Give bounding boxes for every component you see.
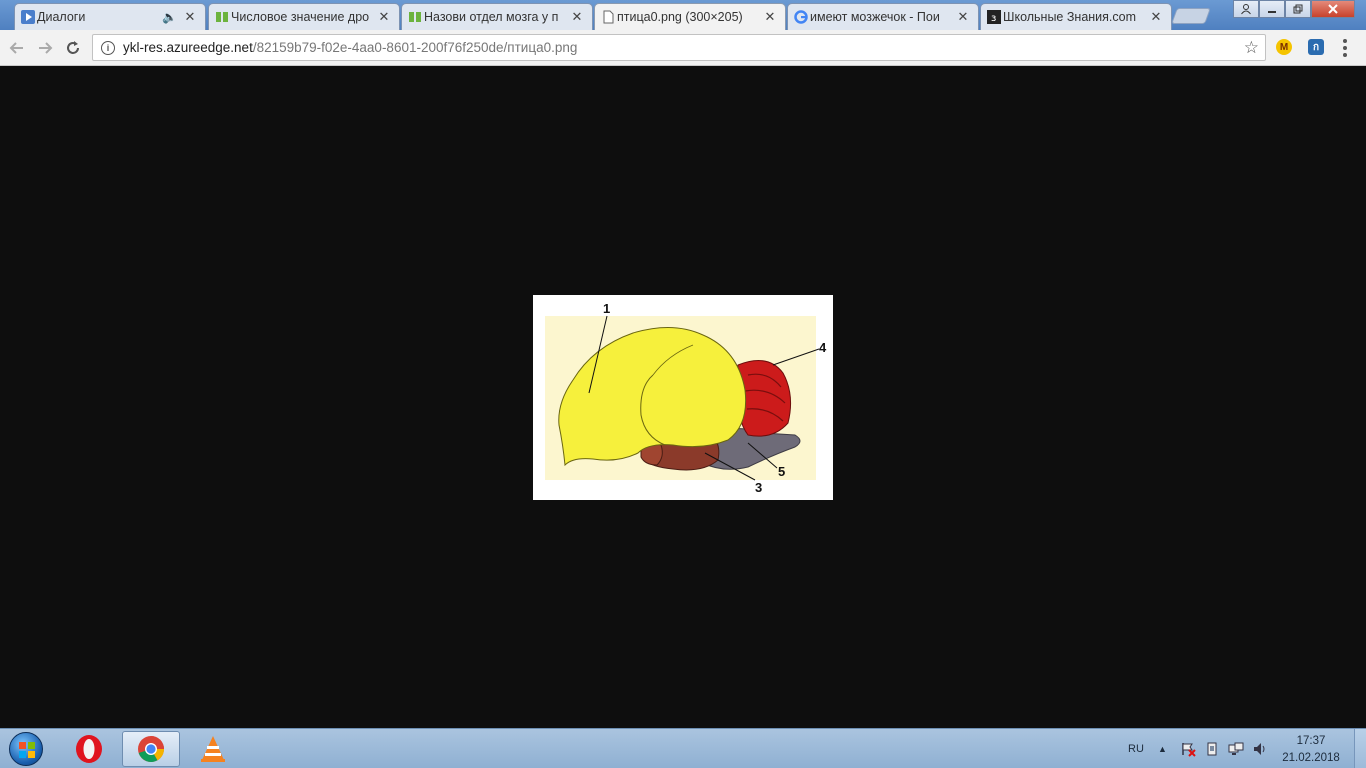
- close-window-button[interactable]: [1311, 0, 1355, 18]
- url-host: ykl-res.azureedge.net: [123, 40, 253, 55]
- tab-title: Школьные Знания.com: [1003, 10, 1137, 24]
- taskbar-chrome[interactable]: [122, 731, 180, 767]
- tab-dialogs[interactable]: Диалоги 🔈 ✕: [14, 3, 206, 30]
- tab-fraction-value[interactable]: Числовое значение дро ✕: [208, 3, 400, 30]
- arrow-left-icon: [9, 42, 23, 54]
- browser-toolbar: i ykl-res.azureedge.net/82159b79-f02e-4a…: [0, 30, 1366, 66]
- forward-button[interactable]: [34, 37, 56, 59]
- znanija-icon: з: [987, 10, 1001, 24]
- taskbar-opera[interactable]: [60, 731, 118, 767]
- clock-time: 17:37: [1296, 735, 1326, 747]
- language-indicator[interactable]: RU: [1128, 729, 1144, 768]
- tab-google-search[interactable]: имеют мозжечок - Пои ✕: [787, 3, 979, 30]
- tab-close-icon[interactable]: ✕: [763, 9, 777, 25]
- tab-close-icon[interactable]: ✕: [570, 9, 584, 25]
- label-1: 1: [603, 301, 610, 316]
- action-center-icon[interactable]: [1180, 729, 1196, 768]
- google-icon: [794, 10, 808, 24]
- volume-icon[interactable]: [1252, 729, 1268, 768]
- opera-icon: [76, 735, 102, 763]
- reload-button[interactable]: [62, 37, 84, 59]
- taskbar: RU ▲ 17:37 21.02.2018: [0, 728, 1366, 768]
- tab-brain-question[interactable]: Назови отдел мозга у п ✕: [401, 3, 593, 30]
- speaker-icon: 🔈: [162, 10, 177, 24]
- tab-strip: Диалоги 🔈 ✕ Числовое значение дро ✕ Назо…: [0, 0, 1366, 30]
- image-viewport: 1 4 5 3: [0, 66, 1366, 728]
- arrow-right-icon: [39, 42, 53, 54]
- url-path: /82159b79-f02e-4aa0-8601-200f76f250de/пт…: [252, 40, 578, 55]
- tab-title: птица0.png (300×205): [617, 10, 743, 24]
- system-clock[interactable]: 17:37 21.02.2018: [1282, 733, 1340, 767]
- address-bar[interactable]: i ykl-res.azureedge.net/82159b79-f02e-4a…: [92, 34, 1266, 61]
- taskbar-vlc[interactable]: [184, 731, 242, 767]
- green-book-icon: [409, 12, 421, 22]
- green-book-icon: [216, 12, 228, 22]
- tab-close-icon[interactable]: ✕: [956, 9, 970, 25]
- svg-text:з: з: [991, 13, 996, 24]
- star-icon[interactable]: ☆: [1244, 38, 1259, 58]
- label-4: 4: [819, 340, 827, 355]
- tab-close-icon[interactable]: ✕: [1149, 9, 1163, 25]
- reload-icon: [67, 41, 79, 54]
- menu-icon[interactable]: [1343, 39, 1347, 57]
- clock-date: 21.02.2018: [1282, 752, 1340, 764]
- m-extension-icon[interactable]: M: [1276, 39, 1292, 55]
- tab-close-icon[interactable]: ✕: [183, 9, 197, 25]
- tab-title: Числовое значение дро: [231, 10, 370, 24]
- restore-button[interactable]: [1285, 0, 1311, 18]
- blue-extension-icon[interactable]: ก: [1308, 39, 1324, 55]
- window-controls: [1233, 0, 1355, 18]
- user-icon[interactable]: [1233, 0, 1259, 18]
- tab-title: Диалоги: [37, 10, 86, 24]
- tab-title: Назови отдел мозга у п: [424, 10, 559, 24]
- document-icon: [603, 10, 614, 24]
- new-tab-button[interactable]: [1171, 8, 1211, 24]
- play-icon: [21, 10, 35, 24]
- tab-close-icon[interactable]: ✕: [377, 9, 391, 25]
- minimize-button[interactable]: [1259, 0, 1285, 18]
- network-icon[interactable]: [1228, 729, 1244, 768]
- show-desktop-button[interactable]: [1354, 729, 1366, 768]
- tab-title: имеют мозжечок - Пои: [810, 10, 940, 24]
- bird-brain-image[interactable]: 1 4 5 3: [533, 295, 833, 500]
- start-button[interactable]: [4, 731, 48, 767]
- windows-orb-icon: [9, 732, 43, 766]
- chrome-icon: [138, 736, 165, 763]
- label-3: 3: [755, 480, 762, 495]
- info-icon[interactable]: i: [101, 40, 115, 55]
- device-icon[interactable]: [1204, 729, 1220, 768]
- bird-brain-drawing: 1 4 5 3: [545, 301, 827, 495]
- back-button[interactable]: [6, 37, 28, 59]
- tab-image-active[interactable]: птица0.png (300×205) ✕: [594, 3, 786, 30]
- label-5: 5: [778, 464, 785, 479]
- vlc-icon: [201, 736, 225, 762]
- show-hidden-icons-icon[interactable]: ▲: [1158, 729, 1167, 768]
- tab-znanija[interactable]: з Школьные Знания.com ✕: [980, 3, 1172, 30]
